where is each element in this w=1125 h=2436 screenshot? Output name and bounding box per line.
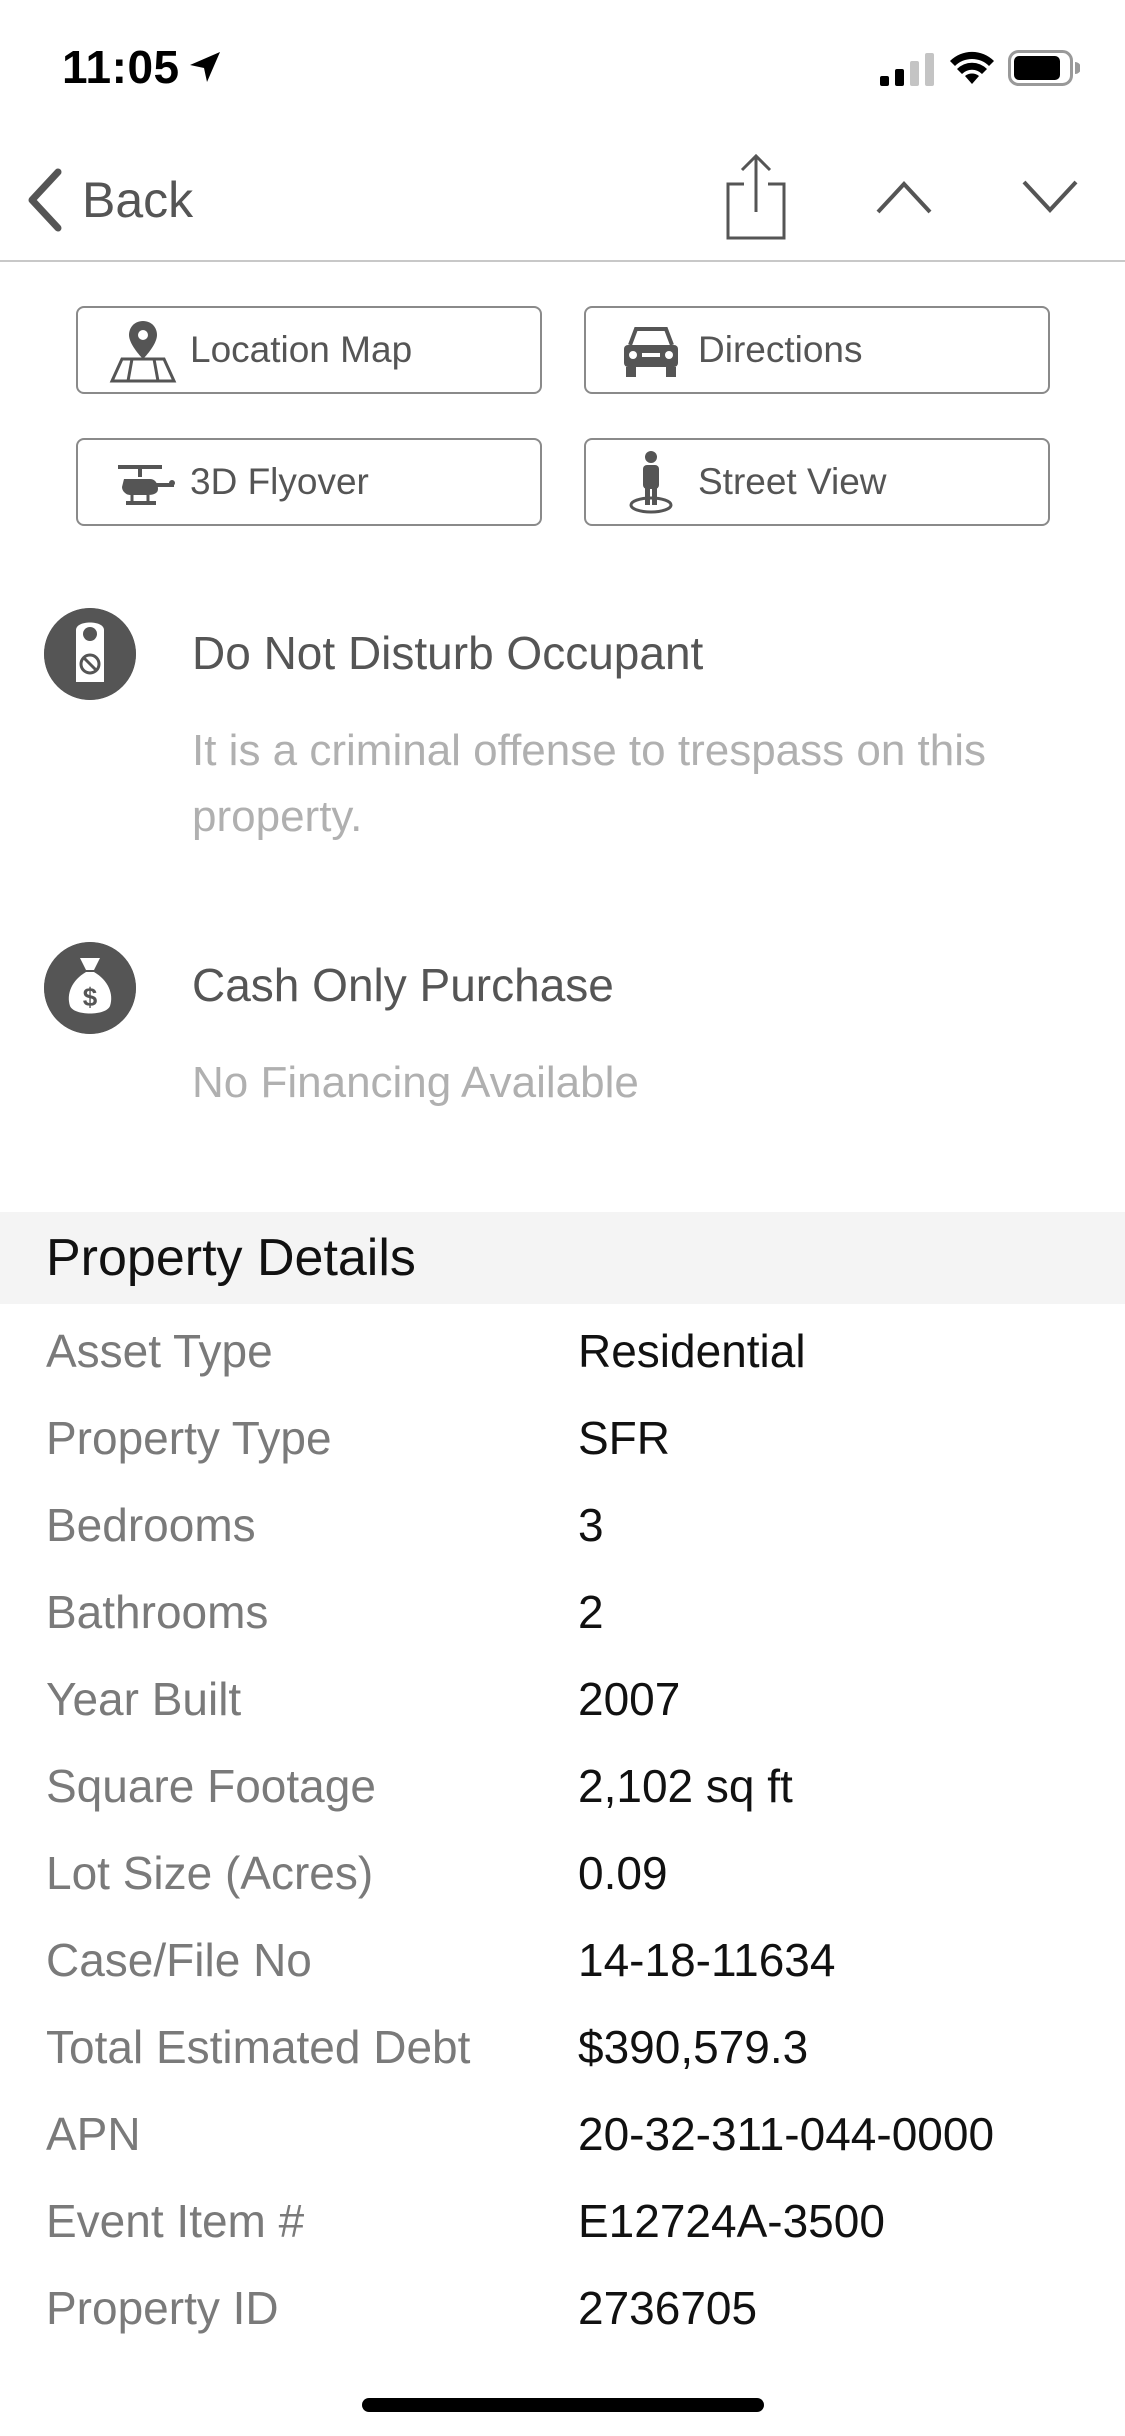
cellular-signal-icon <box>880 53 934 86</box>
notice-title: Cash Only Purchase <box>192 959 614 1011</box>
detail-label: Year Built <box>46 1673 242 1725</box>
detail-label: Bedrooms <box>46 1499 256 1551</box>
detail-label: Event Item # <box>46 2195 305 2247</box>
detail-value: 2736705 <box>578 2282 758 2334</box>
detail-row: Event Item # E12724A-3500 <box>0 2184 1125 2271</box>
detail-label: Bathrooms <box>46 1586 269 1638</box>
property-details-header: Property Details <box>0 1212 1125 1304</box>
detail-label: Asset Type <box>46 1325 273 1377</box>
detail-row: Case/File No 14-18-11634 <box>0 1923 1125 2010</box>
detail-row: Asset Type Residential <box>0 1314 1125 1401</box>
detail-label: Lot Size (Acres) <box>46 1847 374 1899</box>
home-indicator[interactable] <box>362 2398 764 2412</box>
directions-button[interactable]: Directions <box>584 306 1050 394</box>
detail-value: 14-18-11634 <box>578 1934 836 1986</box>
detail-label: Square Footage <box>46 1760 376 1812</box>
detail-label: Case/File No <box>46 1934 312 1986</box>
battery-icon <box>1008 50 1080 86</box>
detail-row: Lot Size (Acres) 0.09 <box>0 1836 1125 1923</box>
detail-row: Property ID 2736705 <box>0 2271 1125 2358</box>
detail-value: Residential <box>578 1325 806 1377</box>
detail-value: $390,579.3 <box>578 2021 809 2073</box>
detail-value: 2 <box>578 1586 604 1638</box>
person-icon <box>629 451 673 514</box>
detail-label: Property Type <box>46 1412 332 1464</box>
location-arrow-icon <box>190 52 220 82</box>
notice-title: Do Not Disturb Occupant <box>192 627 704 679</box>
detail-value: 20-32-311-044-0000 <box>578 2108 995 2160</box>
helicopter-icon <box>118 465 175 505</box>
money-bag-icon: $ <box>44 942 136 1034</box>
back-button[interactable]: Back <box>24 164 193 236</box>
screen: 11:05 Back Location Map Directions 3D Fl… <box>0 0 1125 2436</box>
detail-label: Property ID <box>46 2282 279 2334</box>
location-map-label: Location Map <box>190 329 413 370</box>
detail-row: Square Footage 2,102 sq ft <box>0 1749 1125 1836</box>
location-map-button[interactable]: Location Map <box>76 306 542 394</box>
flyover-label: 3D Flyover <box>190 461 369 502</box>
status-time: 11:05 <box>62 41 180 93</box>
detail-value: 2,102 sq ft <box>578 1760 793 1812</box>
door-hanger-icon <box>44 608 136 700</box>
detail-label: APN <box>46 2108 141 2160</box>
property-details-list: Asset Type Residential Property Type SFR… <box>0 1314 1125 2358</box>
street-view-label: Street View <box>698 461 887 502</box>
detail-value: 0.09 <box>578 1847 668 1899</box>
notice-subtitle: It is a criminal offense to trespass on … <box>192 726 986 841</box>
detail-label: Total Estimated Debt <box>46 2021 471 2073</box>
detail-value: SFR <box>578 1412 670 1464</box>
directions-label: Directions <box>698 329 863 370</box>
detail-value: 2007 <box>578 1673 681 1725</box>
street-view-button[interactable]: Street View <box>584 438 1050 526</box>
wifi-icon <box>950 51 994 84</box>
svg-text:$: $ <box>83 982 98 1012</box>
flyover-button[interactable]: 3D Flyover <box>76 438 542 526</box>
navigation-bar: Back <box>0 140 1125 262</box>
location-map-icon <box>109 321 177 383</box>
detail-row: Property Type SFR <box>0 1401 1125 1488</box>
chevron-up-icon[interactable] <box>874 174 934 218</box>
car-icon <box>624 327 678 377</box>
detail-row: Bedrooms 3 <box>0 1488 1125 1575</box>
share-icon[interactable] <box>724 154 788 240</box>
chevron-left-icon <box>28 168 62 232</box>
detail-row: APN 20-32-311-044-0000 <box>0 2097 1125 2184</box>
detail-row: Bathrooms 2 <box>0 1575 1125 1662</box>
detail-value: 3 <box>578 1499 604 1551</box>
back-label: Back <box>82 172 194 228</box>
chevron-down-icon[interactable] <box>1020 174 1080 218</box>
detail-row: Total Estimated Debt $390,579.3 <box>0 2010 1125 2097</box>
notice-subtitle: No Financing Available <box>192 1058 639 1107</box>
detail-row: Year Built 2007 <box>0 1662 1125 1749</box>
status-bar: 11:05 <box>0 0 1125 140</box>
detail-value: E12724A-3500 <box>578 2195 885 2247</box>
